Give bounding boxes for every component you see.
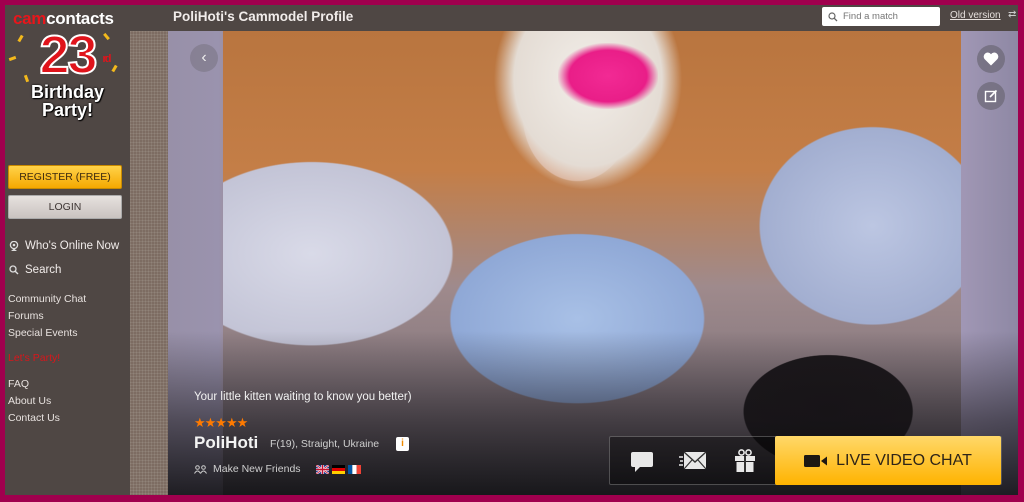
note-button[interactable] <box>977 82 1005 110</box>
search-box[interactable] <box>822 7 940 26</box>
nav-whos-online[interactable]: Who's Online Now <box>9 240 119 252</box>
looking-for: Make New Friends <box>194 463 301 475</box>
old-version-link[interactable]: Old version <box>950 10 1001 21</box>
model-details: F(19), Straight, Ukraine <box>270 438 380 450</box>
nav-special-events[interactable]: Special Events <box>8 327 77 339</box>
texture-strip <box>130 31 168 495</box>
nav-label: Who's Online Now <box>25 240 120 252</box>
search-icon <box>9 265 19 275</box>
nav-contact-us[interactable]: Contact Us <box>8 412 60 424</box>
video-camera-icon <box>804 454 828 467</box>
rating-stars: ★★★★★ <box>194 415 248 430</box>
promo-ordinal: rd <box>102 53 112 65</box>
page-frame: camcontacts 23rd Birthday Party! REGISTE… <box>5 5 1018 495</box>
nav-about-us[interactable]: About Us <box>8 395 51 407</box>
nav-label: Search <box>25 264 62 276</box>
nav-search[interactable]: Search <box>9 264 61 276</box>
top-bar: PoliHoti's Cammodel Profile Old version … <box>130 5 1018 31</box>
info-button[interactable]: i <box>396 437 409 451</box>
live-video-chat-button[interactable]: LIVE VIDEO CHAT <box>775 436 1001 485</box>
nav-lets-party[interactable]: Let's Party! <box>8 352 60 364</box>
nav-forums[interactable]: Forums <box>8 310 44 322</box>
french-flag-icon <box>348 465 361 474</box>
promo-line2: Party! <box>41 100 94 120</box>
nav-faq[interactable]: FAQ <box>8 378 29 390</box>
people-icon <box>194 464 207 474</box>
webcam-icon <box>9 240 19 251</box>
gift-icon[interactable] <box>734 449 756 473</box>
page-title: PoliHoti's Cammodel Profile <box>173 9 354 24</box>
search-icon <box>828 11 838 21</box>
envelope-icon[interactable] <box>679 451 707 471</box>
model-name: PoliHoti <box>194 433 259 452</box>
register-button[interactable]: REGISTER (FREE) <box>8 165 122 189</box>
promo-line1: Birthday <box>30 82 104 102</box>
sidebar: camcontacts 23rd Birthday Party! REGISTE… <box>5 5 130 495</box>
profile-photo-area: ‹ Your little kitten waiting to know you… <box>168 31 1018 495</box>
login-button[interactable]: LOGIN <box>8 195 122 219</box>
nav-community-chat[interactable]: Community Chat <box>8 293 86 305</box>
edit-note-icon <box>984 89 998 103</box>
birthday-promo[interactable]: 23rd Birthday Party! <box>5 25 130 120</box>
heart-icon <box>983 52 999 66</box>
previous-photo-button[interactable]: ‹ <box>190 44 218 72</box>
uk-flag-icon <box>316 465 329 474</box>
favorite-button[interactable] <box>977 45 1005 73</box>
swap-icon[interactable]: ⇄ <box>1008 9 1016 20</box>
german-flag-icon <box>332 465 345 474</box>
language-flags <box>316 465 361 474</box>
looking-for-label: Make New Friends <box>213 463 301 475</box>
promo-number: 23rd <box>38 25 111 85</box>
chat-bubble-icon[interactable] <box>630 451 654 473</box>
search-input[interactable] <box>843 11 938 22</box>
profile-tagline: Your little kitten waiting to know you b… <box>194 391 412 403</box>
lips-sticker <box>558 43 658 109</box>
live-video-chat-label: LIVE VIDEO CHAT <box>836 451 972 469</box>
